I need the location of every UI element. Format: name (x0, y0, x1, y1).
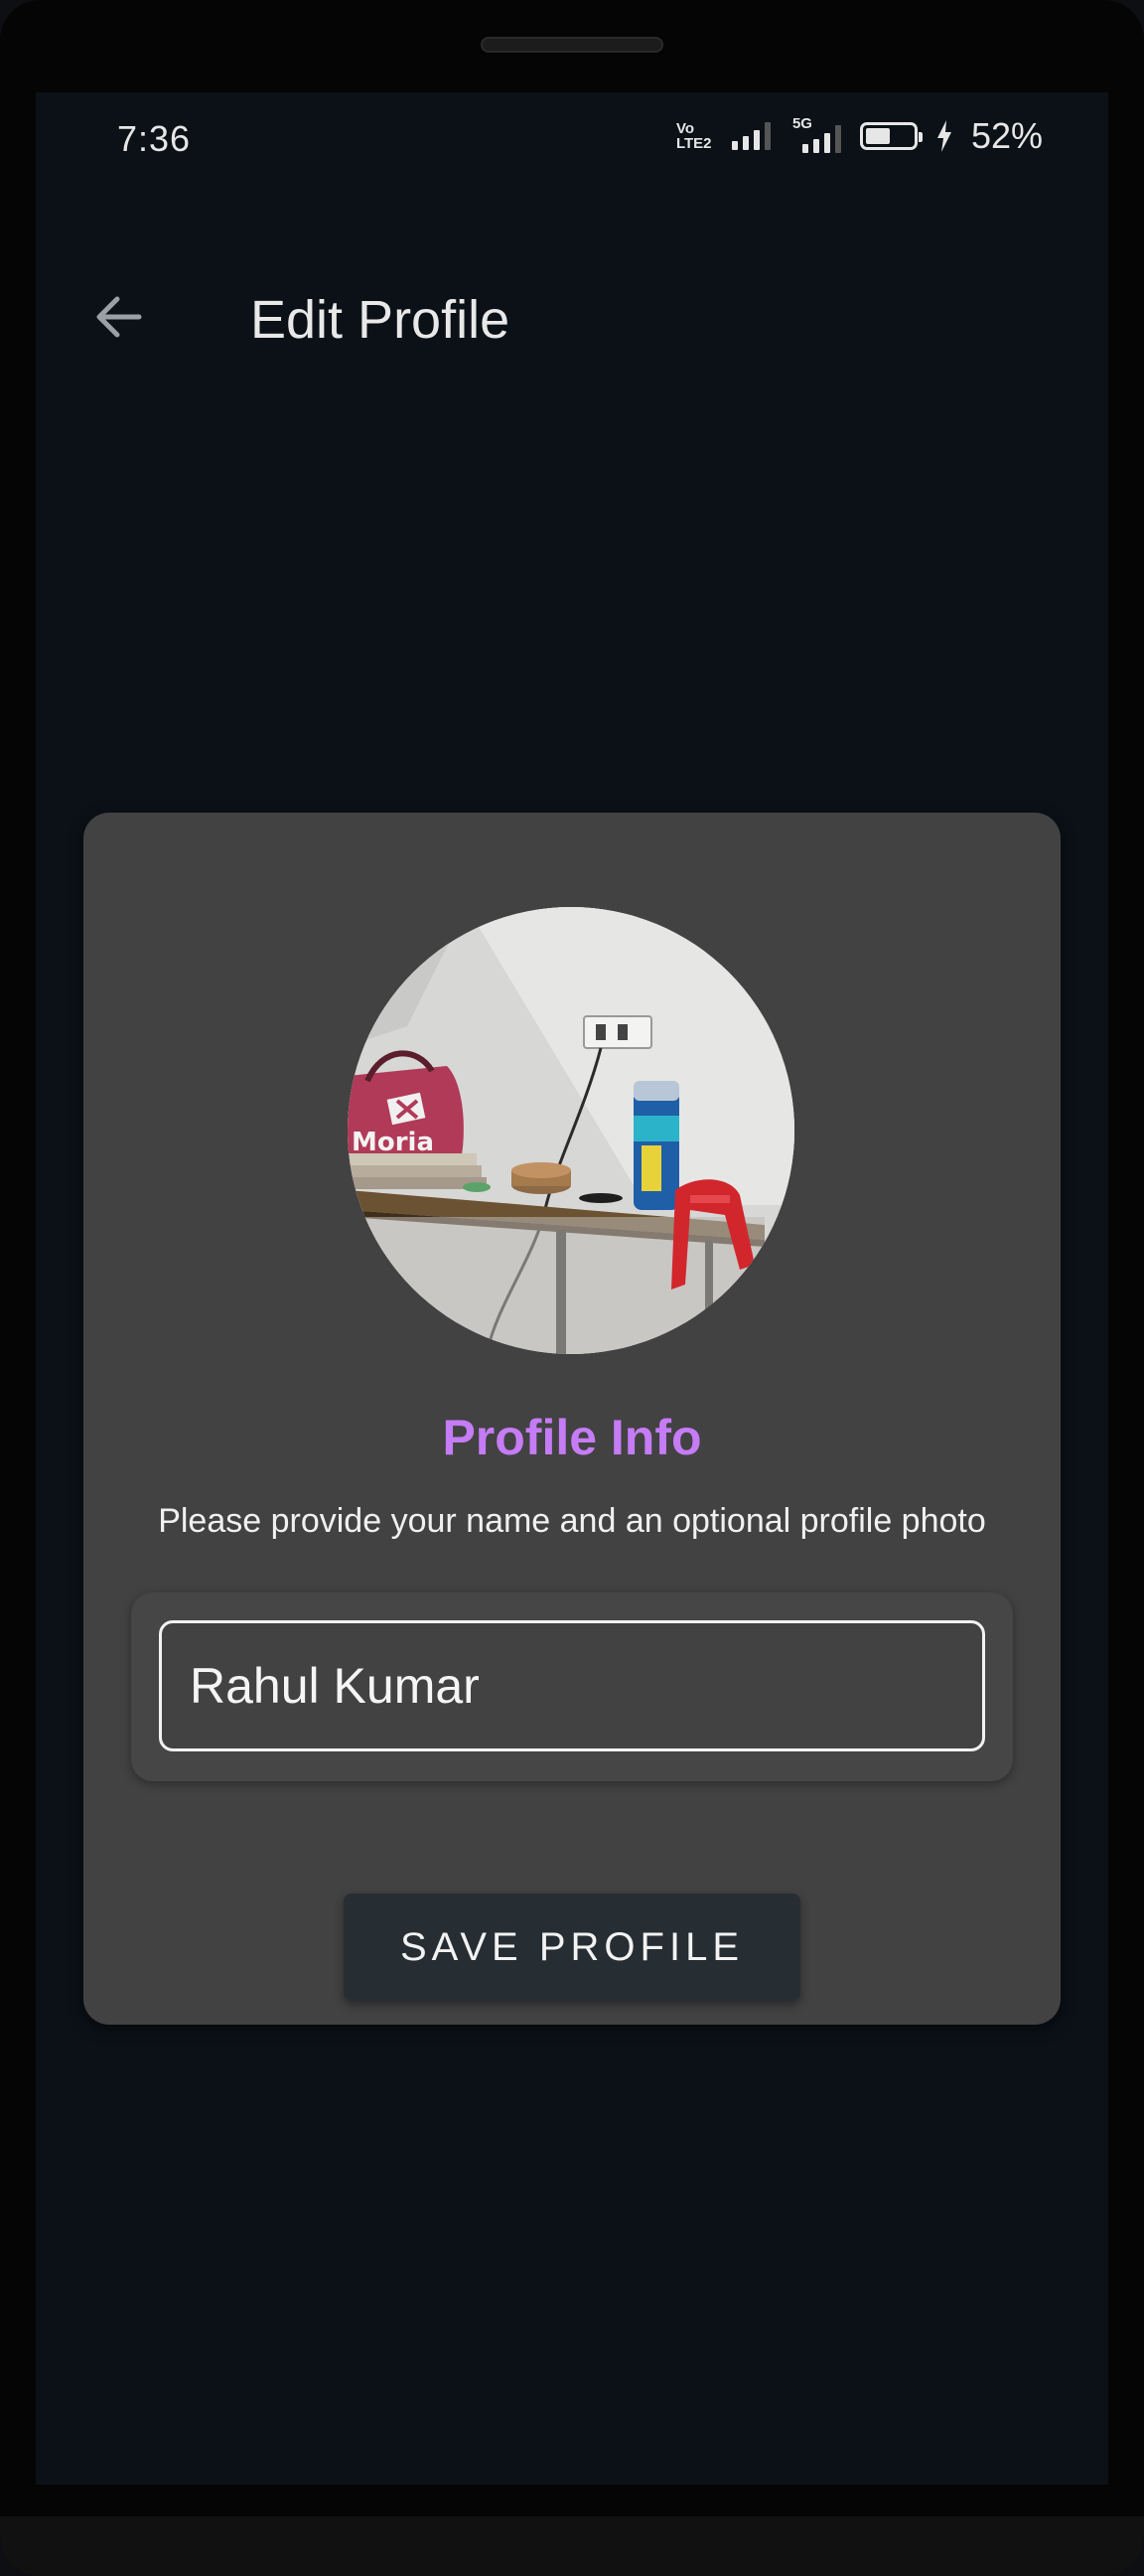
profile-photo-image: Moria (348, 907, 794, 1354)
status-time: 7:36 (117, 118, 192, 159)
profile-photo[interactable]: Moria (348, 907, 794, 1354)
profile-info-subtitle: Please provide your name and an optional… (158, 1502, 986, 1540)
save-profile-button[interactable]: SAVE PROFILE (344, 1894, 800, 2001)
status-icons: Vo LTE2 5G 52% (676, 114, 1043, 158)
name-field-container (131, 1592, 1013, 1781)
battery-level-fill (865, 128, 890, 144)
status-bar: 7:36 Vo LTE2 5G 52% (36, 92, 1108, 192)
profile-card: Moria Profile Info Please provide your n… (83, 813, 1061, 2025)
volte-icon: Vo LTE2 (675, 120, 712, 152)
signal-icon (731, 122, 771, 150)
battery-icon (859, 122, 923, 150)
arrow-left-icon (96, 296, 142, 338)
page-title: Edit Profile (250, 290, 510, 350)
name-input[interactable] (159, 1620, 985, 1751)
battery-percent: 52% (970, 115, 1043, 156)
device-chin (0, 2516, 1144, 2576)
charging-bolt-icon (936, 120, 951, 152)
app-screen: 7:36 Vo LTE2 5G 52% Edit Profile Moria P… (36, 92, 1108, 2485)
earpiece-speaker (481, 37, 663, 53)
back-button[interactable] (83, 281, 155, 353)
device-frame: 7:36 Vo LTE2 5G 52% Edit Profile Moria P… (0, 0, 1144, 2576)
profile-info-title: Profile Info (442, 1410, 702, 1465)
svg-text:Moria: Moria (352, 1128, 434, 1157)
app-bar: Edit Profile (36, 251, 1108, 380)
5g-signal-icon: 5G (788, 115, 842, 153)
